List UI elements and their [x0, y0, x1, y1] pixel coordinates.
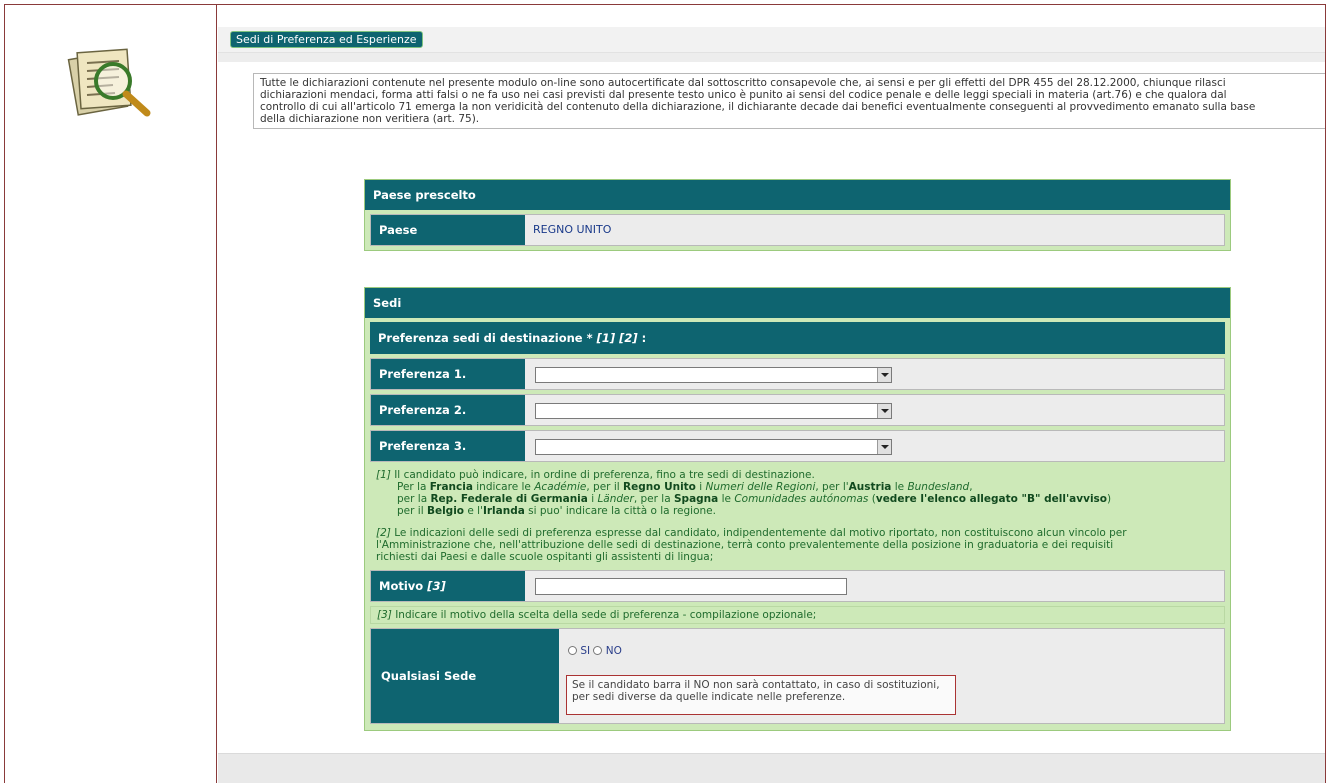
- note-1: [1] Il candidato può indicare, in ordine…: [370, 466, 1225, 520]
- preferenza-label: Preferenza 2.: [371, 395, 525, 425]
- note-bold: Rep. Federale di Germania: [430, 493, 588, 505]
- left-column: [5, 5, 217, 783]
- motivo-input[interactable]: [535, 578, 847, 595]
- disclaimer-notice: Tutte le dichiarazioni contenute nel pre…: [253, 73, 1325, 129]
- note-2-line: [2] Le indicazioni delle sedi di prefere…: [376, 527, 1219, 539]
- radio-no-label: NO: [605, 645, 622, 657]
- notice-line: dichiarazioni mendaci, forma atti falsi …: [260, 89, 1227, 101]
- preferenza-label: Preferenza 1.: [371, 359, 525, 389]
- paese-label: Paese: [371, 215, 525, 245]
- top-strip: [218, 5, 1325, 27]
- note-text: (: [868, 493, 876, 505]
- note-ref: [1]: [376, 469, 391, 481]
- paese-row: Paese REGNO UNITO: [370, 214, 1225, 246]
- note-bold: Spagna: [674, 493, 719, 505]
- qualsiasi-sede-radios: SI NO: [568, 645, 622, 657]
- page-frame: Sedi di Preferenza ed Esperienze Tutte l…: [4, 4, 1326, 783]
- warning-line: Se il candidato barra il NO non sarà con…: [572, 679, 940, 691]
- preferenza-2-select[interactable]: [535, 403, 892, 419]
- note-text: , per la: [633, 493, 674, 505]
- note-2-line: richiesti dai Paesi e dalle scuole ospit…: [376, 551, 714, 563]
- note-italic: Numeri delle Regioni: [705, 481, 816, 493]
- note-2: [2] Le indicazioni delle sedi di prefere…: [370, 524, 1225, 566]
- note-1-line: per il Belgio e l'Irlanda si puo' indica…: [376, 505, 1219, 517]
- paese-value: REGNO UNITO: [533, 223, 612, 236]
- section-tab[interactable]: Sedi di Preferenza ed Esperienze: [230, 31, 423, 48]
- tab-divider: [218, 52, 1325, 62]
- note-italic: Académie: [534, 481, 587, 493]
- chevron-down-icon[interactable]: [877, 404, 891, 418]
- note-bold: Irlanda: [482, 505, 525, 517]
- note-1-line: [1] Il candidato può indicare, in ordine…: [376, 469, 1219, 481]
- note-text: ,: [969, 481, 973, 493]
- qualsiasi-sede-row: Qualsiasi Sede SI NO Se il candidato bar…: [370, 628, 1225, 724]
- note-bold: vedere l'elenco allegato "B" dell'avviso: [875, 493, 1108, 505]
- motivo-row: Motivo [3]: [370, 570, 1225, 602]
- note-text: Indicare il motivo della scelta della se…: [391, 609, 817, 621]
- note-1-line: per la Rep. Federale di Germania i Lände…: [376, 493, 1219, 505]
- motivo-label: Motivo [3]: [371, 571, 525, 601]
- note-ref: [3]: [377, 609, 392, 621]
- note-text: i: [587, 493, 598, 505]
- note-bold: Francia: [429, 481, 473, 493]
- radio-si-label: SI: [580, 645, 591, 657]
- preferenza-row-3: Preferenza 3.: [370, 430, 1225, 462]
- note-bold: Belgio: [426, 505, 465, 517]
- note-text: Per la: [397, 481, 430, 493]
- preferenze-subheader-refs: [1] [2]: [596, 331, 638, 345]
- note-italic: Comunidades autónomas: [734, 493, 869, 505]
- radio-no[interactable]: [593, 646, 603, 655]
- note-text: ): [1107, 493, 1112, 505]
- note-italic: Bundesland: [907, 481, 970, 493]
- motivo-ref: [3]: [427, 579, 446, 593]
- preferenza-1-select[interactable]: [535, 367, 892, 383]
- qualsiasi-sede-warning: Se il candidato barra il NO non sarà con…: [566, 675, 956, 715]
- document-search-icon: [67, 48, 151, 117]
- note-bold: Austria: [848, 481, 892, 493]
- sedi-panel-title: Sedi: [365, 288, 1230, 318]
- note-ref: [2]: [376, 527, 391, 539]
- main-area: Sedi di Preferenza ed Esperienze Tutte l…: [218, 5, 1325, 783]
- notice-line: controllo di cui all'articolo 71 emerga …: [260, 101, 1256, 113]
- preferenza-label: Preferenza 3.: [371, 431, 525, 461]
- note-text: si puo' indicare la città o la regione.: [524, 505, 716, 517]
- paese-panel: Paese prescelto Paese REGNO UNITO: [364, 179, 1231, 251]
- notice-line: della dichiarazione non veritiera (art. …: [260, 113, 480, 125]
- radio-si[interactable]: [568, 646, 577, 655]
- note-italic: Länder: [597, 493, 634, 505]
- note-text: i: [695, 481, 706, 493]
- preferenze-subheader-text: Preferenza sedi di destinazione *: [378, 331, 597, 345]
- note-text: indicare le: [472, 481, 535, 493]
- note-text: , per il: [586, 481, 623, 493]
- chevron-down-icon[interactable]: [877, 440, 891, 454]
- note-3: [3] Indicare il motivo della scelta dell…: [370, 606, 1225, 624]
- warning-line: per sedi diverse da quelle indicate nell…: [572, 691, 846, 703]
- note-bold: Regno Unito: [623, 481, 696, 493]
- note-text: per la: [397, 493, 431, 505]
- preferenza-3-select[interactable]: [535, 439, 892, 455]
- note-text: e l': [464, 505, 483, 517]
- note-text: le: [891, 481, 908, 493]
- note-text: Le indicazioni delle sedi di preferenza …: [390, 527, 1127, 539]
- preferenze-subheader: Preferenza sedi di destinazione * [1] [2…: [370, 322, 1225, 354]
- note-text: Il candidato può indicare, in ordine di …: [390, 469, 815, 481]
- note-text: per il: [397, 505, 427, 517]
- motivo-label-text: Motivo: [379, 579, 428, 593]
- preferenza-row-2: Preferenza 2.: [370, 394, 1225, 426]
- note-1-line: Per la Francia indicare le Académie, per…: [376, 481, 1219, 493]
- bottom-strip: [218, 753, 1325, 783]
- qualsiasi-sede-label: Qualsiasi Sede: [371, 629, 559, 723]
- chevron-down-icon[interactable]: [877, 368, 891, 382]
- preferenze-subheader-colon: :: [637, 331, 647, 345]
- paese-panel-title: Paese prescelto: [365, 180, 1230, 210]
- note-2-line: l'Amministrazione che, nell'attribuzione…: [376, 539, 1114, 551]
- notice-line: Tutte le dichiarazioni contenute nel pre…: [260, 77, 1226, 89]
- note-text: , per l': [815, 481, 849, 493]
- note-text: le: [718, 493, 735, 505]
- sedi-panel: Sedi Preferenza sedi di destinazione * […: [364, 287, 1231, 731]
- preferenza-row-1: Preferenza 1.: [370, 358, 1225, 390]
